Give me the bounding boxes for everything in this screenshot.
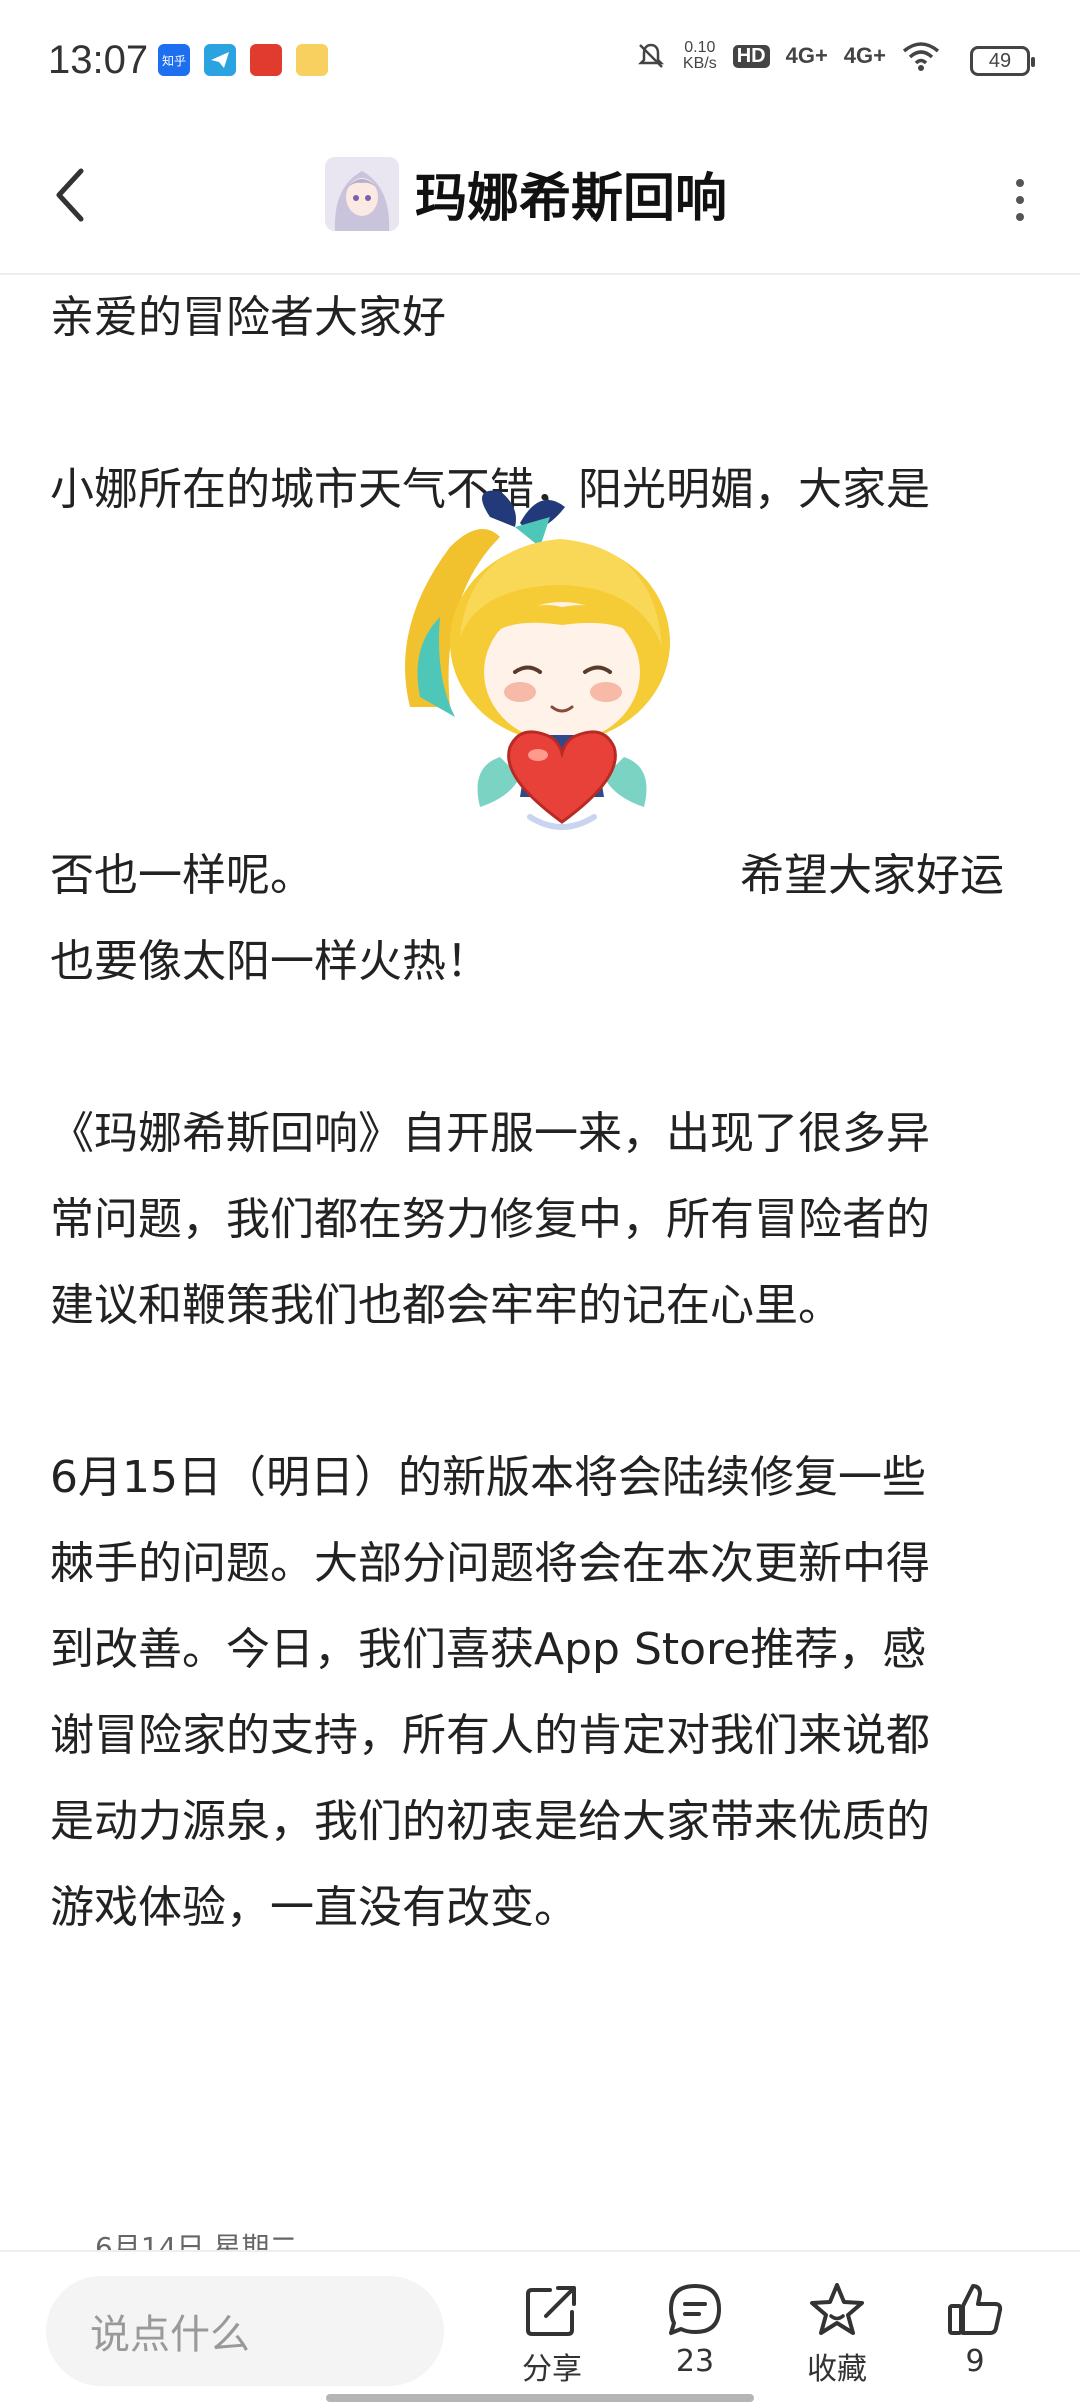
battery-icon: 49 <box>970 46 1035 76</box>
sticker-line: 否也一样呢。 希望大家好运 <box>50 490 1040 901</box>
share-label: 分享 <box>522 2352 582 2387</box>
sim2-signal-icon: 4G+ <box>843 43 886 68</box>
zhihu-app-icon: 知乎 <box>158 44 190 76</box>
article-greeting: 亲爱的冒险者大家好 <box>50 292 446 343</box>
more-dot-icon <box>1016 213 1024 221</box>
article-paragraph: 棘手的问题。大部分问题将会在本次更新中得 <box>50 1538 930 1589</box>
favorite-label: 收藏 <box>807 2352 867 2387</box>
hd-icon: HD <box>732 44 770 68</box>
comment-input[interactable]: 说点什么 <box>46 2276 444 2386</box>
comment-button[interactable]: 23 <box>640 2280 750 2379</box>
net-speed: 0.10 KB/s <box>682 39 717 72</box>
comment-icon <box>669 2284 721 2335</box>
more-dot-icon <box>1016 179 1024 187</box>
page-title: 玛娜希斯回响 <box>415 169 728 229</box>
mute-icon <box>637 43 664 68</box>
share-button[interactable]: 分享 <box>497 2280 607 2388</box>
status-time: 13:07 <box>48 38 149 82</box>
article-paragraph: 6月15日（明日）的新版本将会陆续修复一些 <box>50 1452 926 1503</box>
home-indicator[interactable] <box>326 2394 754 2402</box>
status-indicators: 0.10 KB/s HD 4G+ 4G+ <box>635 40 940 72</box>
article-text: 希望大家好运 <box>740 850 1004 901</box>
top-nav-bar: 玛娜希斯回响 <box>0 120 1080 275</box>
article-text: 否也一样呢。 <box>50 850 314 901</box>
article-paragraph: 《玛娜希斯回响》自开服一来，出现了很多异 <box>50 1108 930 1159</box>
comment-count: 23 <box>675 2344 715 2379</box>
channel-header[interactable]: 玛娜希斯回响 <box>325 156 727 231</box>
like-count: 9 <box>965 2344 985 2379</box>
bottom-action-bar: 说点什么 分享 23 收藏 9 <box>0 2250 1080 2408</box>
article-paragraph: 游戏体验，一直没有改变。 <box>50 1882 578 1933</box>
more-options-button[interactable] <box>1000 170 1040 230</box>
article-text: 也要像太阳一样火热！ <box>50 936 490 987</box>
article-paragraph: 谢冒险家的支持，所有人的肯定对我们来说都 <box>50 1710 930 1761</box>
back-button[interactable] <box>40 160 100 230</box>
favorite-button[interactable]: 收藏 <box>782 2280 892 2388</box>
article-paragraph: 常问题，我们都在努力修复中，所有冒险者的 <box>50 1194 930 1245</box>
notification-app-icons: 知乎 <box>158 44 328 76</box>
article-paragraph: 到改善。今日，我们喜获App Store推荐，感 <box>50 1624 927 1675</box>
telegram-app-icon <box>204 44 236 76</box>
more-dot-icon <box>1016 196 1024 204</box>
news-app-icon <box>250 44 282 76</box>
wifi-icon <box>902 42 940 71</box>
like-button[interactable]: 9 <box>920 2280 1030 2379</box>
chevron-left-icon <box>56 168 84 222</box>
sim1-signal-icon: 4G+ <box>785 43 828 68</box>
game-app-icon <box>296 44 328 76</box>
thumbs-up-icon <box>948 2284 1003 2335</box>
star-icon <box>810 2283 864 2335</box>
article-body: 亲爱的冒险者大家好 小娜所在的城市天气不错，阳光明媚，大家是 否也一样呢。 希望… <box>50 275 1040 1951</box>
chibi-heart-sticker <box>405 490 670 830</box>
share-icon <box>526 2286 576 2336</box>
article-paragraph: 是动力源泉，我们的初衷是给大家带来优质的 <box>50 1796 930 1847</box>
status-bar: 13:07 知乎 0.10 KB/s HD 4G+ 4G+ 49 <box>0 0 1080 120</box>
channel-avatar <box>325 156 399 231</box>
article-paragraph: 建议和鞭策我们也都会牢牢的记在心里。 <box>50 1280 842 1331</box>
